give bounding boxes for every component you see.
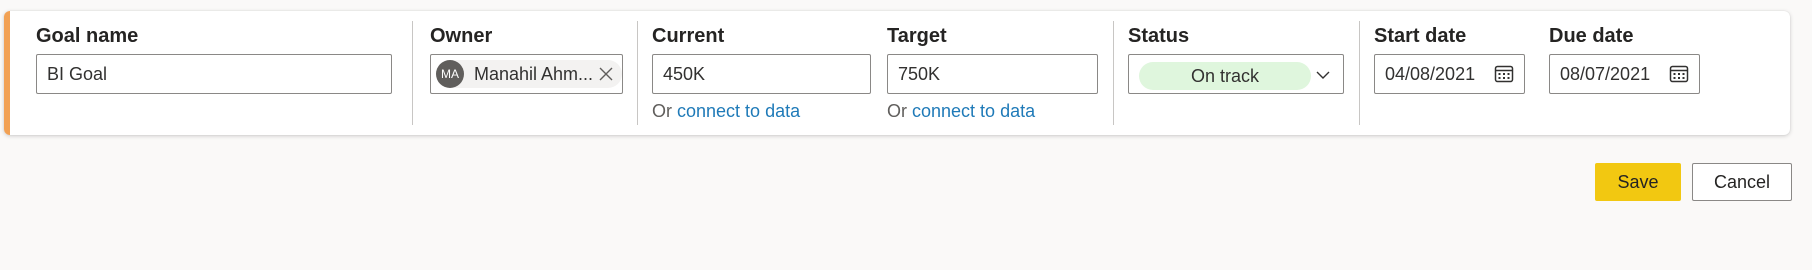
owner-name: Manahil Ahm... xyxy=(474,63,594,84)
divider xyxy=(1359,21,1360,125)
divider xyxy=(1113,21,1114,125)
owner-persona: MA Manahil Ahm... xyxy=(436,60,622,88)
due-date-input[interactable]: 08/07/2021 xyxy=(1549,54,1700,94)
close-icon[interactable] xyxy=(598,66,614,82)
start-date-label: Start date xyxy=(1374,25,1467,47)
status-label: Status xyxy=(1128,25,1190,47)
calendar-icon[interactable] xyxy=(1669,64,1689,84)
divider xyxy=(637,21,638,125)
owner-label: Owner xyxy=(430,25,493,47)
current-label: Current xyxy=(652,25,725,47)
or-text: Or xyxy=(887,101,907,121)
goal-name-input[interactable]: BI Goal xyxy=(36,54,392,94)
target-input[interactable]: 750K xyxy=(887,54,1098,94)
goal-edit-card: Goal name BI Goal Owner MA Manahil Ahm..… xyxy=(4,11,1790,135)
status-badge: On track xyxy=(1139,62,1311,90)
calendar-icon[interactable] xyxy=(1494,64,1514,84)
owner-picker[interactable]: MA Manahil Ahm... xyxy=(430,54,623,94)
save-button[interactable]: Save xyxy=(1595,163,1681,201)
goal-name-label: Goal name xyxy=(36,25,139,47)
target-connect-row: Or connect to data xyxy=(887,101,1035,122)
divider xyxy=(412,21,413,125)
start-date-input[interactable]: 04/08/2021 xyxy=(1374,54,1525,94)
due-date-value: 08/07/2021 xyxy=(1560,63,1651,84)
or-text: Or xyxy=(652,101,672,121)
chevron-down-icon xyxy=(1316,71,1330,79)
cancel-button[interactable]: Cancel xyxy=(1692,163,1792,201)
avatar: MA xyxy=(436,60,464,88)
goal-name-value: BI Goal xyxy=(47,63,108,84)
target-value: 750K xyxy=(898,63,941,84)
target-connect-to-data-link[interactable]: connect to data xyxy=(912,101,1035,121)
current-input[interactable]: 450K xyxy=(652,54,871,94)
start-date-value: 04/08/2021 xyxy=(1385,63,1476,84)
status-dropdown[interactable]: On track xyxy=(1128,54,1344,94)
current-connect-to-data-link[interactable]: connect to data xyxy=(677,101,800,121)
current-connect-row: Or connect to data xyxy=(652,101,800,122)
target-label: Target xyxy=(887,25,947,47)
current-value: 450K xyxy=(663,63,706,84)
accent-bar xyxy=(4,11,10,135)
due-date-label: Due date xyxy=(1549,25,1634,47)
